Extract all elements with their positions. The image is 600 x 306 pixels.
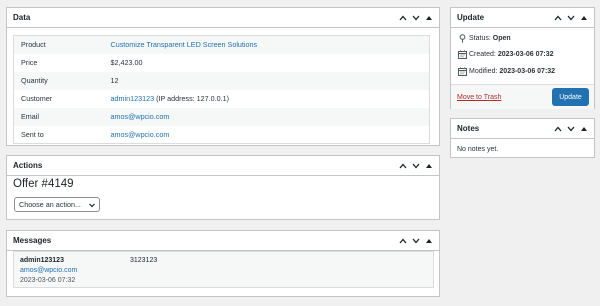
actions-box-handles: [396, 156, 435, 175]
created-value: 2023-03-06 07:32: [497, 51, 554, 58]
table-row: Customer admin123123 (IP address: 127.0.…: [14, 90, 430, 108]
data-table: Product Customize Transparent LED Screen…: [13, 35, 430, 144]
chevron-up-icon: [399, 15, 406, 20]
chevron-up-icon: [554, 15, 561, 20]
move-down-button[interactable]: [564, 119, 577, 138]
chevron-down-icon: [89, 203, 95, 208]
notes-box: Notes No notes yet.: [450, 118, 595, 158]
row-label: Quantity: [13, 71, 111, 90]
toggle-panel-button[interactable]: [422, 231, 435, 250]
actions-box: Actions Offer #4149 Choose an action...: [6, 155, 440, 220]
modified-label: Modified:: [469, 68, 498, 75]
triangle-up-icon: [580, 15, 587, 20]
notes-box-header: Notes: [451, 119, 594, 139]
move-up-button[interactable]: [551, 119, 564, 138]
row-label: Price: [21, 58, 38, 67]
status-row: Status: Open: [457, 34, 511, 43]
move-up-button[interactable]: [396, 8, 409, 27]
chevron-down-icon: [567, 126, 574, 131]
created-label: Created:: [469, 51, 496, 58]
triangle-up-icon: [425, 15, 432, 20]
chevron-up-icon: [399, 163, 406, 168]
chevron-down-icon: [412, 238, 419, 243]
modified-value: 2023-03-06 07:32: [499, 68, 556, 75]
message-email-link[interactable]: amos@wpcio.com: [20, 267, 77, 274]
table-row: Sent to amos@wpcio.com: [14, 126, 430, 144]
chevron-down-icon: [412, 163, 419, 168]
row-label: Customer: [21, 94, 53, 103]
actions-box-title: Actions: [13, 161, 43, 170]
customer-link[interactable]: admin123123: [111, 94, 155, 103]
table-row: Price $2,423.00: [14, 54, 430, 72]
messages-box-title: Messages: [13, 236, 52, 245]
quantity-value: 12: [110, 71, 430, 90]
message-item: admin123123 amos@wpcio.com 2023-03-06 07…: [13, 251, 434, 288]
row-label: Email: [13, 107, 111, 126]
offer-title: Offer #4149: [13, 178, 74, 190]
messages-box-header: Messages: [7, 231, 439, 251]
update-box-handles: [551, 8, 590, 27]
message-body: 3123123: [130, 257, 158, 264]
move-down-button[interactable]: [409, 8, 422, 27]
status-value: Open: [492, 35, 511, 42]
message-author: admin123123: [20, 257, 64, 264]
update-box-footer: Move to Trash Update: [451, 84, 594, 109]
toggle-panel-button[interactable]: [577, 8, 590, 27]
toggle-panel-button[interactable]: [422, 156, 435, 175]
notes-empty-text: No notes yet.: [457, 146, 499, 153]
customer-ip: (IP address: 127.0.0.1): [156, 94, 230, 103]
pin-icon: [457, 34, 467, 43]
data-box: Data Product Customize Transparent LED S…: [6, 7, 440, 146]
modified-row: Modified: 2023-03-06 07:32: [457, 67, 555, 76]
notes-box-title: Notes: [457, 124, 480, 133]
action-select[interactable]: Choose an action...: [14, 197, 100, 212]
move-up-button[interactable]: [396, 156, 409, 175]
sent-to-link[interactable]: amos@wpcio.com: [111, 130, 170, 139]
update-box-title: Update: [457, 13, 485, 22]
row-label: Product: [13, 35, 111, 54]
data-box-handles: [396, 8, 435, 27]
notes-box-handles: [551, 119, 590, 138]
triangle-up-icon: [580, 126, 587, 131]
status-label: Status:: [469, 35, 491, 42]
move-down-button[interactable]: [409, 156, 422, 175]
row-label: Sent to: [21, 129, 44, 139]
table-row: Product Customize Transparent LED Screen…: [13, 35, 430, 54]
move-down-button[interactable]: [564, 8, 577, 27]
chevron-down-icon: [567, 15, 574, 20]
email-link[interactable]: amos@wpcio.com: [111, 112, 170, 121]
data-box-header: Data: [7, 8, 439, 28]
actions-box-header: Actions: [7, 156, 439, 176]
toggle-panel-button[interactable]: [422, 8, 435, 27]
calendar-icon: [457, 50, 467, 59]
update-box: Update Status: Open Created: 2023-03-06 …: [450, 7, 595, 109]
data-box-title: Data: [13, 13, 31, 22]
chevron-down-icon: [412, 15, 419, 20]
action-select-value: Choose an action...: [19, 200, 81, 209]
table-row: Email amos@wpcio.com: [13, 107, 430, 126]
move-to-trash-link[interactable]: Move to Trash: [457, 94, 501, 101]
table-row: Quantity 12: [13, 71, 430, 90]
update-button[interactable]: Update: [552, 88, 589, 106]
move-up-button[interactable]: [396, 231, 409, 250]
chevron-up-icon: [399, 238, 406, 243]
triangle-up-icon: [425, 238, 432, 243]
move-down-button[interactable]: [409, 231, 422, 250]
message-date: 2023-03-06 07:32: [20, 277, 76, 284]
toggle-panel-button[interactable]: [577, 119, 590, 138]
chevron-up-icon: [554, 126, 561, 131]
price-value: $2,423.00: [110, 58, 143, 67]
triangle-up-icon: [425, 163, 432, 168]
messages-box: Messages admin123123 amos@wpcio.com 2023…: [6, 230, 440, 297]
calendar-icon: [457, 67, 467, 76]
product-link[interactable]: Customize Transparent LED Screen Solutio…: [111, 40, 258, 49]
update-box-header: Update: [451, 8, 594, 28]
messages-box-handles: [396, 231, 435, 250]
move-up-button[interactable]: [551, 8, 564, 27]
created-row: Created: 2023-03-06 07:32: [457, 50, 554, 59]
